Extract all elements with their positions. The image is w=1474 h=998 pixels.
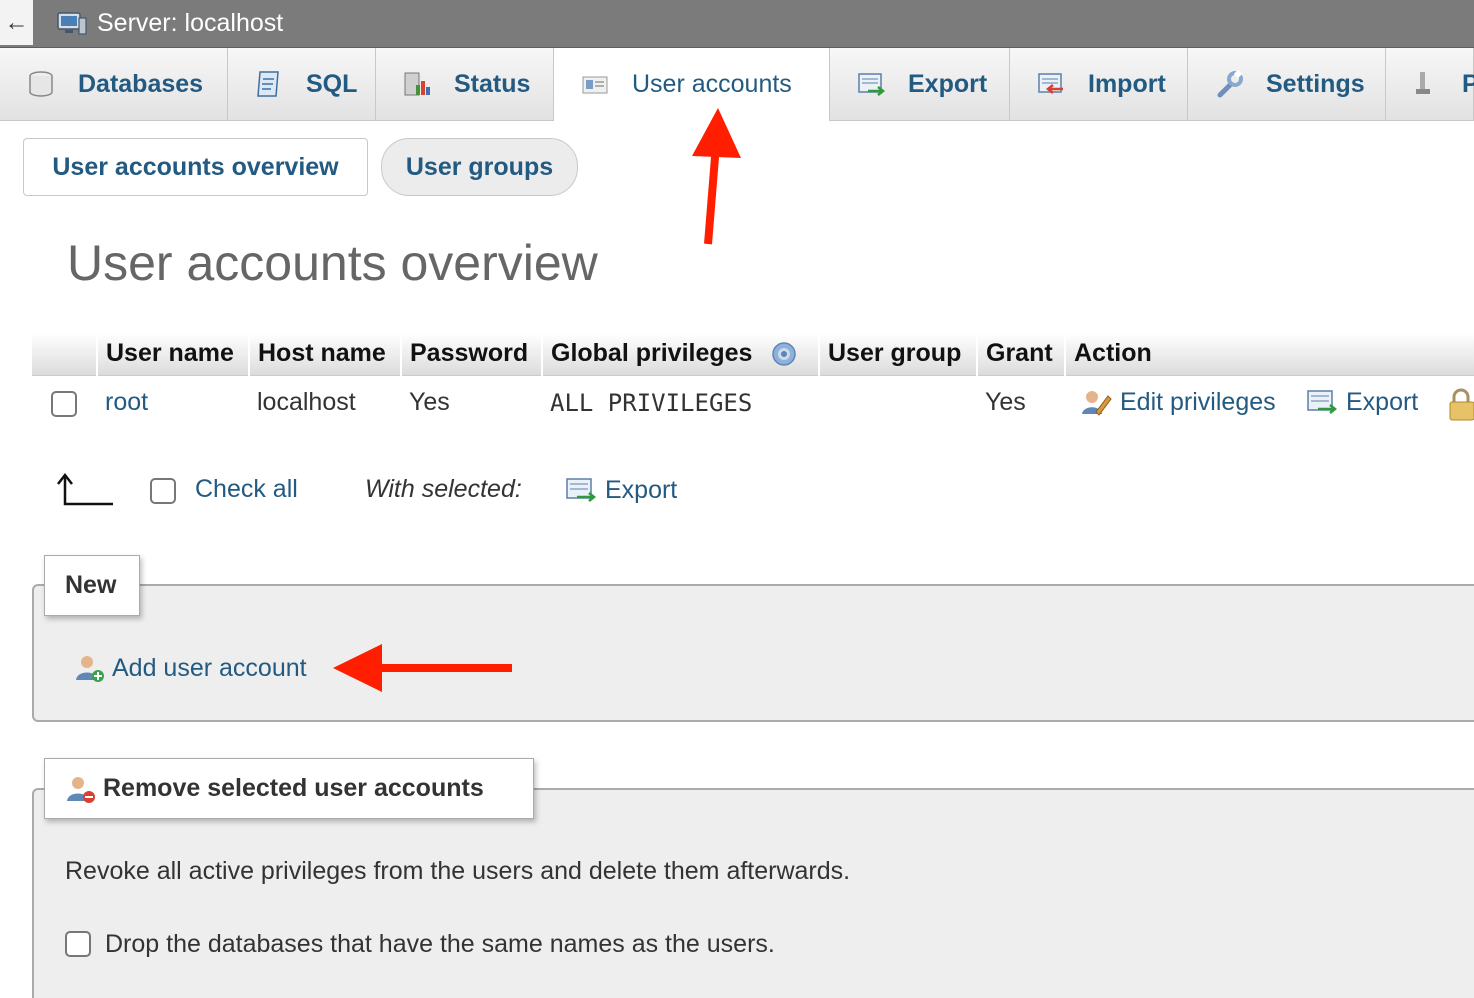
- remove-legend: Remove selected user accounts: [44, 758, 534, 819]
- server-title: Server: localhost: [97, 9, 284, 37]
- header-host-name[interactable]: Host name: [250, 333, 402, 376]
- header-action: Action: [1074, 339, 1152, 367]
- page-title: User accounts overview: [67, 235, 598, 291]
- export-icon: [1307, 390, 1338, 414]
- tab-settings[interactable]: Settings: [1188, 48, 1386, 120]
- tab-user-accounts[interactable]: User accounts: [554, 48, 830, 121]
- settings-icon: [1217, 69, 1243, 98]
- header-user-group: User group: [820, 333, 978, 376]
- main-tab-bar: Databases SQL Status User accounts Expor…: [0, 48, 1474, 121]
- drop-databases-checkbox[interactable]: [65, 931, 91, 957]
- tab-databases[interactable]: Databases: [0, 48, 228, 120]
- tab-label: User accounts: [632, 70, 792, 98]
- row-export-link[interactable]: Export: [1306, 386, 1418, 418]
- grant-cell: Yes: [985, 388, 1026, 416]
- tab-label: Databases: [78, 69, 204, 98]
- user-name-link[interactable]: root: [105, 388, 148, 417]
- header-global-privileges: Global privileges: [543, 333, 820, 376]
- subtab-user-accounts-overview[interactable]: User accounts overview: [23, 138, 368, 196]
- new-legend: New: [44, 555, 140, 616]
- edit-privileges-link[interactable]: Edit privileges: [1080, 386, 1276, 418]
- server-icon: [57, 12, 87, 35]
- select-arrow-icon: [57, 472, 113, 506]
- annotation-arrow-up: [692, 108, 741, 245]
- sql-icon: [257, 71, 279, 97]
- header-password: Password: [402, 333, 543, 376]
- title-bar: ← Server: localhost: [0, 0, 1474, 48]
- table-header: User name Host name Password Global priv…: [32, 333, 1474, 376]
- bulk-export-link[interactable]: Export: [565, 474, 677, 506]
- revoke-description: Revoke all active privileges from the us…: [65, 857, 851, 885]
- user-accounts-icon: [582, 76, 608, 93]
- tab-plugins[interactable]: P: [1386, 48, 1474, 120]
- tab-import[interactable]: Import: [1010, 48, 1188, 120]
- subtab-user-groups[interactable]: User groups: [381, 138, 578, 196]
- with-selected-label: With selected:: [365, 475, 522, 503]
- header-select: [32, 333, 98, 376]
- row-export-label: Export: [1346, 387, 1419, 416]
- add-user-account-link[interactable]: Add user account: [74, 652, 307, 684]
- import-icon: [1038, 73, 1063, 94]
- password-cell: Yes: [409, 388, 450, 416]
- status-icon: [404, 72, 430, 96]
- export-icon: [566, 478, 597, 502]
- tab-label: SQL: [306, 69, 358, 98]
- database-icon: [29, 71, 53, 97]
- header-global-privileges-label: Global privileges: [551, 339, 753, 367]
- bulk-export-label: Export: [605, 475, 678, 504]
- tab-status[interactable]: Status: [376, 48, 554, 120]
- tab-label: Status: [454, 69, 531, 98]
- tab-label: P: [1462, 69, 1474, 98]
- lock-icon[interactable]: [1447, 388, 1474, 422]
- tab-label: Import: [1088, 69, 1166, 98]
- edit-privileges-icon: [1082, 391, 1112, 416]
- tab-export[interactable]: Export: [830, 48, 1010, 120]
- remove-fieldset: [32, 788, 1474, 998]
- header-user-name[interactable]: User name: [98, 333, 250, 376]
- host-name-cell: localhost: [257, 388, 356, 416]
- remove-user-icon: [67, 776, 95, 803]
- export-icon: [858, 73, 886, 96]
- tab-label: Export: [908, 69, 988, 98]
- add-user-account-label: Add user account: [112, 653, 307, 682]
- check-all-link[interactable]: Check all: [195, 475, 298, 504]
- check-all-checkbox[interactable]: [150, 478, 176, 504]
- plugins-icon: [1416, 72, 1430, 94]
- tab-sql[interactable]: SQL: [228, 48, 376, 120]
- back-button[interactable]: ←: [0, 0, 33, 45]
- drop-databases-label[interactable]: Drop the databases that have the same na…: [105, 930, 775, 959]
- tab-label: Settings: [1266, 69, 1365, 98]
- global-privileges-cell: ALL PRIVILEGES: [550, 389, 753, 417]
- row-checkbox[interactable]: [51, 391, 77, 417]
- remove-legend-label: Remove selected user accounts: [103, 774, 484, 802]
- add-user-icon: [76, 656, 104, 682]
- edit-privileges-label: Edit privileges: [1120, 387, 1276, 416]
- header-grant: Grant: [978, 333, 1066, 376]
- help-icon[interactable]: [771, 341, 797, 367]
